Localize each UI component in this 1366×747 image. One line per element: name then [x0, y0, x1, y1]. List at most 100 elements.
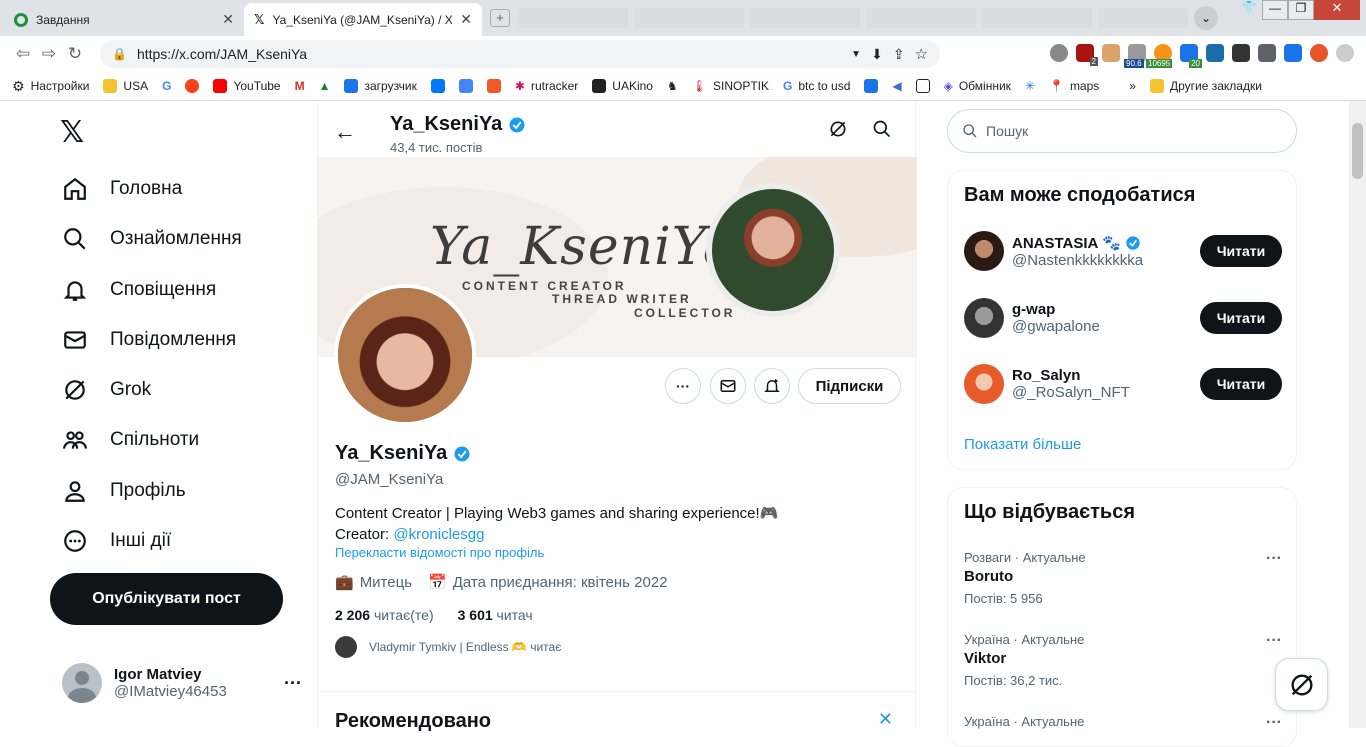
maximize-icon[interactable]: ❐	[1288, 0, 1314, 20]
bookmark-chess[interactable]: ♞	[667, 79, 678, 93]
tab-profile[interactable]: 𝕏 Ya_KseniYa (@JAM_KseniYa) / X ✕	[244, 3, 482, 36]
bitcoin-icon[interactable]: 10695	[1146, 44, 1173, 68]
bookmark-downloader[interactable]: загрузчик	[344, 79, 417, 93]
close-icon[interactable]: ✕	[222, 11, 234, 28]
bookmark-maps[interactable]: 📍 maps	[1049, 79, 1099, 93]
page-scrollbar[interactable]	[1349, 101, 1366, 728]
install-icon[interactable]: ⬇	[871, 46, 883, 63]
nav-profile[interactable]: Профіль	[62, 478, 186, 504]
grok-icon[interactable]	[828, 119, 848, 145]
creator-link[interactable]: @kroniclesgg	[393, 526, 484, 543]
search-input[interactable]: Пошук	[947, 109, 1297, 153]
profile-switch-icon[interactable]: ⌄	[1194, 6, 1218, 30]
bookmark-yandex[interactable]	[185, 79, 200, 93]
bookmark-google[interactable]: G	[162, 79, 171, 93]
bookmark-other[interactable]: Другие закладки	[1149, 79, 1262, 93]
chess-icon: ♞	[666, 79, 678, 93]
globe-icon[interactable]	[1050, 44, 1068, 62]
bookmark-uakino[interactable]: UAKino	[592, 79, 653, 93]
bookmark-bc[interactable]	[915, 79, 930, 93]
download-ext-icon[interactable]: 20	[1180, 44, 1202, 68]
more-options-button[interactable]: ···	[665, 368, 701, 404]
nav-home[interactable]: Головна	[62, 176, 182, 202]
bookmark-translate[interactable]	[458, 79, 473, 93]
bookmark-arrow[interactable]: ◀	[892, 79, 901, 93]
puzzle-icon[interactable]	[1258, 44, 1276, 62]
bookmark-sinoptik[interactable]: 🌡 SINOPTIK	[692, 79, 769, 93]
downloads-icon[interactable]	[1284, 44, 1302, 62]
account-switcher[interactable]: Igor Matviey @IMatviey46453 ···	[62, 661, 302, 705]
reload-icon[interactable]: ↻	[62, 44, 88, 64]
shirt-icon[interactable]: 👕	[1236, 0, 1262, 20]
nav-messages[interactable]: Повідомлення	[62, 327, 236, 353]
follow-button[interactable]: Читати	[1200, 302, 1282, 334]
translate-link[interactable]: Перекласти відомості про профіль	[335, 545, 544, 560]
profile-avatar[interactable]	[334, 284, 476, 426]
back-arrow-icon[interactable]: ←	[334, 119, 356, 145]
terminal-icon[interactable]	[1232, 44, 1250, 62]
bookmarks-overflow[interactable]: »	[1129, 79, 1136, 93]
nav-grok[interactable]: Grok	[62, 377, 151, 403]
ellipsis-icon[interactable]: ···	[284, 673, 302, 694]
followed-by[interactable]: Vladymir Tymkiv | Endless 🫶 читає	[335, 636, 561, 658]
bookmark-drive[interactable]: ▲	[319, 79, 331, 93]
shield-icon[interactable]: 2	[1076, 44, 1098, 66]
followers-stat[interactable]: 3 601 читач	[458, 607, 533, 623]
bookmark-exchange[interactable]: ◈ Обмінник	[944, 79, 1011, 93]
bookmark-f[interactable]	[486, 79, 501, 93]
post-button[interactable]: Опублікувати пост	[50, 573, 283, 625]
bookmark-gmail[interactable]: M	[295, 79, 305, 93]
scroll-thumb[interactable]	[1352, 123, 1363, 179]
star-icon[interactable]: ☆	[915, 45, 928, 63]
bookmark-usa[interactable]: USA	[103, 79, 148, 93]
grok-floating-button[interactable]	[1275, 658, 1328, 711]
face-icon[interactable]	[1102, 44, 1120, 62]
list-item[interactable]: Ro_Salyn @_RoSalyn_NFT Читати	[964, 362, 1282, 406]
list-item[interactable]: g-wap @gwapalone Читати	[964, 296, 1282, 340]
close-icon[interactable]: ✕	[460, 11, 472, 28]
close-window-icon[interactable]: ✕	[1314, 0, 1360, 20]
user-avatar-icon[interactable]	[1310, 44, 1328, 62]
list-item[interactable]: ANASTASIA 🐾 @Nastenkkkkkkkka Читати	[964, 229, 1282, 273]
following-button[interactable]: Підписки	[798, 368, 901, 404]
nav-explore[interactable]: Ознайомлення	[62, 226, 242, 252]
share-icon[interactable]: ⇪	[893, 46, 905, 63]
show-more-link[interactable]: Показати більше	[964, 436, 1081, 453]
message-button[interactable]	[710, 368, 746, 404]
window-controls[interactable]: 👕 — ❐ ✕	[1236, 0, 1366, 20]
nav-notifications[interactable]: Сповіщення	[62, 277, 216, 303]
ellipsis-icon[interactable]: ···	[1266, 550, 1282, 568]
v-icon[interactable]	[1206, 44, 1224, 62]
back-icon[interactable]: ⇦	[10, 44, 36, 64]
bookmark-p[interactable]	[864, 79, 879, 93]
follow-button[interactable]: Читати	[1200, 368, 1282, 400]
following-stat[interactable]: 2 206 читає(те)	[335, 607, 434, 623]
minimize-icon[interactable]: —	[1262, 0, 1288, 20]
new-tab-button[interactable]: +	[490, 9, 510, 27]
bookmark-youtube[interactable]: YouTube	[213, 79, 281, 93]
bookmark-rutracker[interactable]: ✱ rutracker	[515, 79, 578, 93]
follow-button[interactable]: Читати	[1200, 235, 1282, 267]
url-field[interactable]: 🔒 https://x.com/JAM_KseniYa ▼ ⬇ ⇪ ☆	[100, 40, 940, 68]
search-icon[interactable]	[872, 119, 892, 145]
bookmark-btc[interactable]: Gbtc to usd	[783, 79, 850, 93]
dropdown-icon[interactable]: ▼	[851, 49, 861, 60]
tab-tasks[interactable]: Завдання ✕	[4, 3, 244, 36]
bookmark-vk[interactable]	[430, 79, 445, 93]
trend-item[interactable]: Україна · Актуальне ···	[964, 714, 1282, 732]
ellipsis-icon[interactable]: ···	[1266, 632, 1282, 650]
bookmark-settings[interactable]: ⚙ Настройки	[12, 78, 89, 95]
verified-icon[interactable]	[453, 445, 471, 463]
trend-item[interactable]: Україна · Актуальне Viktor Постів: 36,2 …	[964, 632, 1282, 688]
nav-communities[interactable]: Спільноти	[62, 427, 199, 453]
forward-icon[interactable]: ⇨	[36, 44, 62, 64]
bookmark-star[interactable]: ✳	[1025, 79, 1035, 93]
gauge-icon[interactable]: 90.6	[1124, 44, 1146, 68]
nav-more[interactable]: Інші дії	[62, 528, 171, 554]
notify-button[interactable]	[754, 368, 790, 404]
menu-icon[interactable]	[1336, 44, 1354, 62]
close-icon[interactable]: ✕	[878, 709, 893, 730]
ellipsis-icon[interactable]: ···	[1266, 714, 1282, 732]
x-logo-icon[interactable]: 𝕏	[60, 115, 84, 150]
trend-item[interactable]: Розваги · Актуальне Boruto Постів: 5 956…	[964, 550, 1282, 606]
